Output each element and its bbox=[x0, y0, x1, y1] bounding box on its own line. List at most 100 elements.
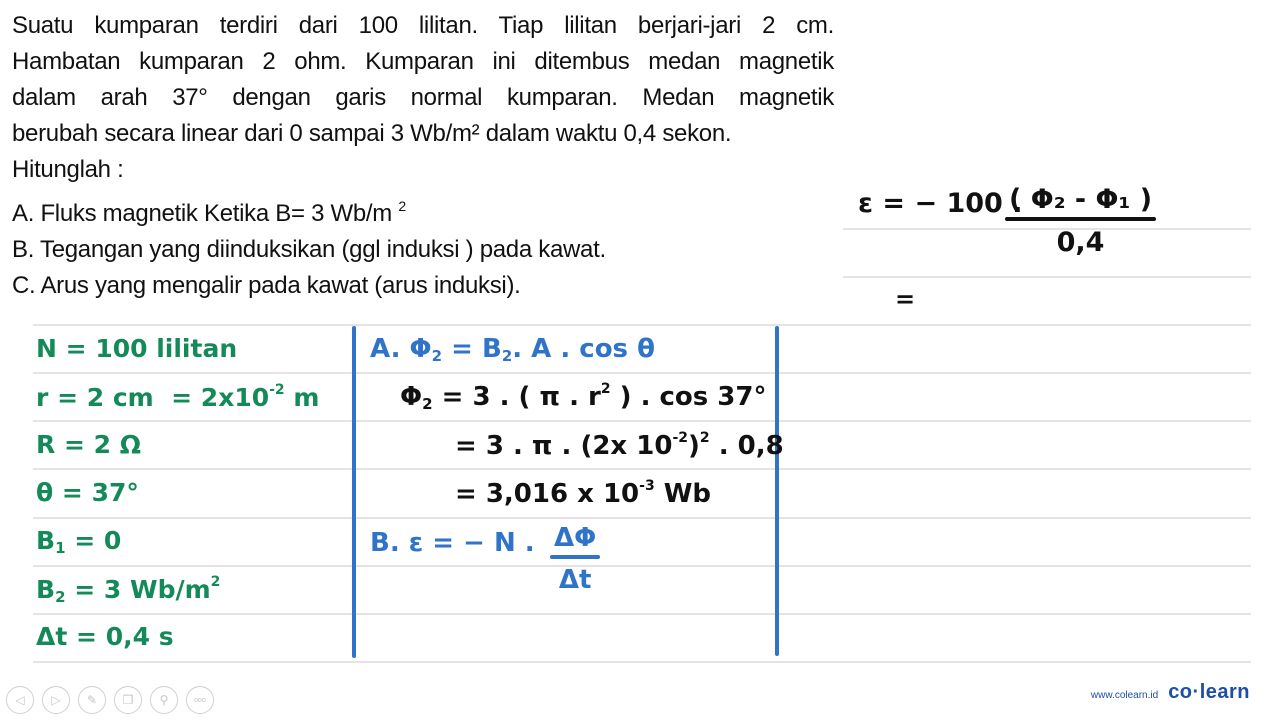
brand-logo: co·learn bbox=[1168, 681, 1250, 703]
side-calc-lhs: ε = − 100 . bbox=[858, 188, 1023, 219]
ruled-line bbox=[33, 613, 1251, 615]
side-calc-fraction: ( Φ₂ - Φ₁ ) 0,4 bbox=[1005, 184, 1157, 258]
more-button[interactable]: ooo bbox=[186, 686, 214, 714]
column-divider bbox=[775, 326, 779, 656]
question-list: A. Fluks magnetik Ketika B= 3 Wb/m 2 B. … bbox=[12, 188, 606, 304]
known-N: N = 100 lilitan bbox=[36, 334, 237, 363]
question-a-sup: 2 bbox=[398, 198, 406, 214]
known-eq: = bbox=[171, 383, 193, 412]
known-rhs: 0,4 s bbox=[105, 622, 174, 651]
problem-line: Suatu kumparan terdiri dari 100 lilitan.… bbox=[12, 12, 834, 39]
known-theta: θ = 37° bbox=[36, 478, 139, 507]
known-rhs: 2 Ω bbox=[93, 430, 142, 459]
ruled-line bbox=[33, 420, 1251, 422]
known-eq: = bbox=[76, 622, 97, 651]
formula-text: . 0,8 bbox=[709, 431, 784, 461]
search-icon: ⚲ bbox=[159, 693, 169, 707]
known-unit: m bbox=[293, 383, 320, 412]
formula-text: ε = − N . bbox=[408, 528, 535, 558]
unit: Wb bbox=[654, 479, 712, 509]
pen-icon: ✎ bbox=[86, 693, 98, 707]
fraction-numerator: ( Φ₂ - Φ₁ ) bbox=[1009, 184, 1153, 215]
problem-line: berubah secara linear dari 0 sampai 3 Wb… bbox=[12, 120, 732, 147]
previous-button[interactable]: ◁ bbox=[6, 686, 34, 714]
player-toolbar: ◁ ▷ ✎ ❐ ⚲ ooo bbox=[6, 686, 214, 714]
known-lhs: B bbox=[36, 575, 56, 604]
side-calc-next: = bbox=[895, 285, 915, 313]
known-rhs: 100 lilitan bbox=[95, 334, 238, 363]
known-rhs: 2x10 bbox=[200, 383, 270, 412]
known-rhs: 0 bbox=[103, 526, 122, 555]
copy-button[interactable]: ❐ bbox=[114, 686, 142, 714]
fraction-numerator: ΔΦ bbox=[554, 523, 597, 553]
formula-text: ) . cos 37° bbox=[610, 382, 767, 412]
known-B1: B1 = 0 bbox=[36, 526, 121, 557]
known-lhs: θ bbox=[36, 478, 54, 507]
known-exponent: 2 bbox=[210, 574, 221, 590]
known-eq: = bbox=[57, 383, 79, 412]
next-button[interactable]: ▷ bbox=[42, 686, 70, 714]
formula-text: = 3 . π . (2x 10 bbox=[455, 431, 673, 461]
previous-icon: ◁ bbox=[15, 693, 25, 707]
solution-a-formula: A. Φ2 = B2. A . cos θ bbox=[370, 334, 655, 365]
solution-a-step2: = 3 . π . (2x 10-2)2 . 0,8 bbox=[455, 430, 784, 461]
more-icon: ooo bbox=[194, 696, 206, 704]
known-subscript: 2 bbox=[55, 588, 66, 606]
exponent: -3 bbox=[639, 478, 655, 494]
formula-text: ε = − 100 . bbox=[858, 188, 1023, 219]
problem-statement: Suatu kumparan terdiri dari 100 lilitan.… bbox=[12, 8, 834, 188]
formula-text: = 3 . ( π . r bbox=[441, 382, 601, 412]
question-a: A. Fluks magnetik Ketika B= 3 Wb/m 2 bbox=[12, 188, 606, 232]
ruled-line bbox=[33, 661, 1251, 663]
formula-text: ) bbox=[688, 431, 700, 461]
solution-b-fraction: ΔΦ Δt bbox=[550, 523, 601, 595]
ruled-line bbox=[33, 324, 1251, 326]
ruled-line bbox=[843, 276, 1251, 278]
known-r: r = 2 cm = 2x10-2 m bbox=[36, 382, 319, 412]
brand-url[interactable]: www.colearn.id bbox=[1091, 690, 1158, 701]
search-button[interactable]: ⚲ bbox=[150, 686, 178, 714]
formula-text: . A . cos θ bbox=[512, 334, 655, 364]
known-lhs: Δt bbox=[36, 622, 68, 651]
problem-line: dalam arah 37° dengan garis normal kumpa… bbox=[12, 84, 834, 111]
problem-prompt: Hitunglah : bbox=[12, 156, 124, 183]
brand: www.colearn.id co·learn bbox=[1091, 681, 1250, 704]
copy-icon: ❐ bbox=[122, 693, 134, 707]
subscript: 2 bbox=[501, 347, 513, 365]
phi-symbol: Φ bbox=[400, 382, 423, 412]
ruled-line bbox=[33, 372, 1251, 374]
known-eq: = bbox=[63, 430, 85, 459]
fraction-denominator: 0,4 bbox=[1056, 227, 1105, 258]
known-exponent: -2 bbox=[269, 382, 285, 398]
solution-a-result: = 3,016 x 10-3 Wb bbox=[455, 478, 711, 509]
exponent: -2 bbox=[672, 430, 688, 446]
solution-b-formula: B. ε = − N . bbox=[370, 528, 535, 558]
column-divider bbox=[352, 326, 356, 658]
ruled-line bbox=[33, 517, 1251, 519]
known-R: R = 2 Ω bbox=[36, 430, 141, 459]
part-label: B. bbox=[370, 528, 400, 558]
subscript: 2 bbox=[431, 347, 443, 365]
known-eq: = bbox=[61, 478, 83, 507]
known-rhs: 3 Wb/m bbox=[103, 575, 211, 604]
question-b: B. Tegangan yang diinduksikan (ggl induk… bbox=[12, 236, 606, 263]
formula-text: = 3,016 x 10 bbox=[455, 479, 640, 509]
known-dt: Δt = 0,4 s bbox=[36, 622, 174, 651]
problem-line: Hambatan kumparan 2 ohm. Kumparan ini di… bbox=[12, 48, 834, 75]
known-rhs: 37° bbox=[91, 478, 139, 507]
question-c: C. Arus yang mengalir pada kawat (arus i… bbox=[12, 272, 521, 299]
known-subscript: 1 bbox=[55, 539, 66, 557]
phi-symbol: Φ bbox=[409, 334, 432, 364]
known-eq: = bbox=[74, 526, 96, 555]
part-label: A. bbox=[370, 334, 401, 364]
question-a-text: A. Fluks magnetik Ketika B= 3 Wb/m bbox=[12, 200, 392, 227]
next-icon: ▷ bbox=[51, 693, 61, 707]
exponent: 2 bbox=[600, 381, 611, 397]
solution-a-step1: Φ2 = 3 . ( π . r2 ) . cos 37° bbox=[400, 381, 766, 413]
known-B2: B2 = 3 Wb/m2 bbox=[36, 574, 220, 606]
pen-button[interactable]: ✎ bbox=[78, 686, 106, 714]
known-eq: = bbox=[74, 575, 96, 604]
known-rhs: 2 cm bbox=[86, 383, 154, 412]
equals-sign: = bbox=[895, 285, 916, 313]
known-lhs: r bbox=[36, 383, 49, 412]
